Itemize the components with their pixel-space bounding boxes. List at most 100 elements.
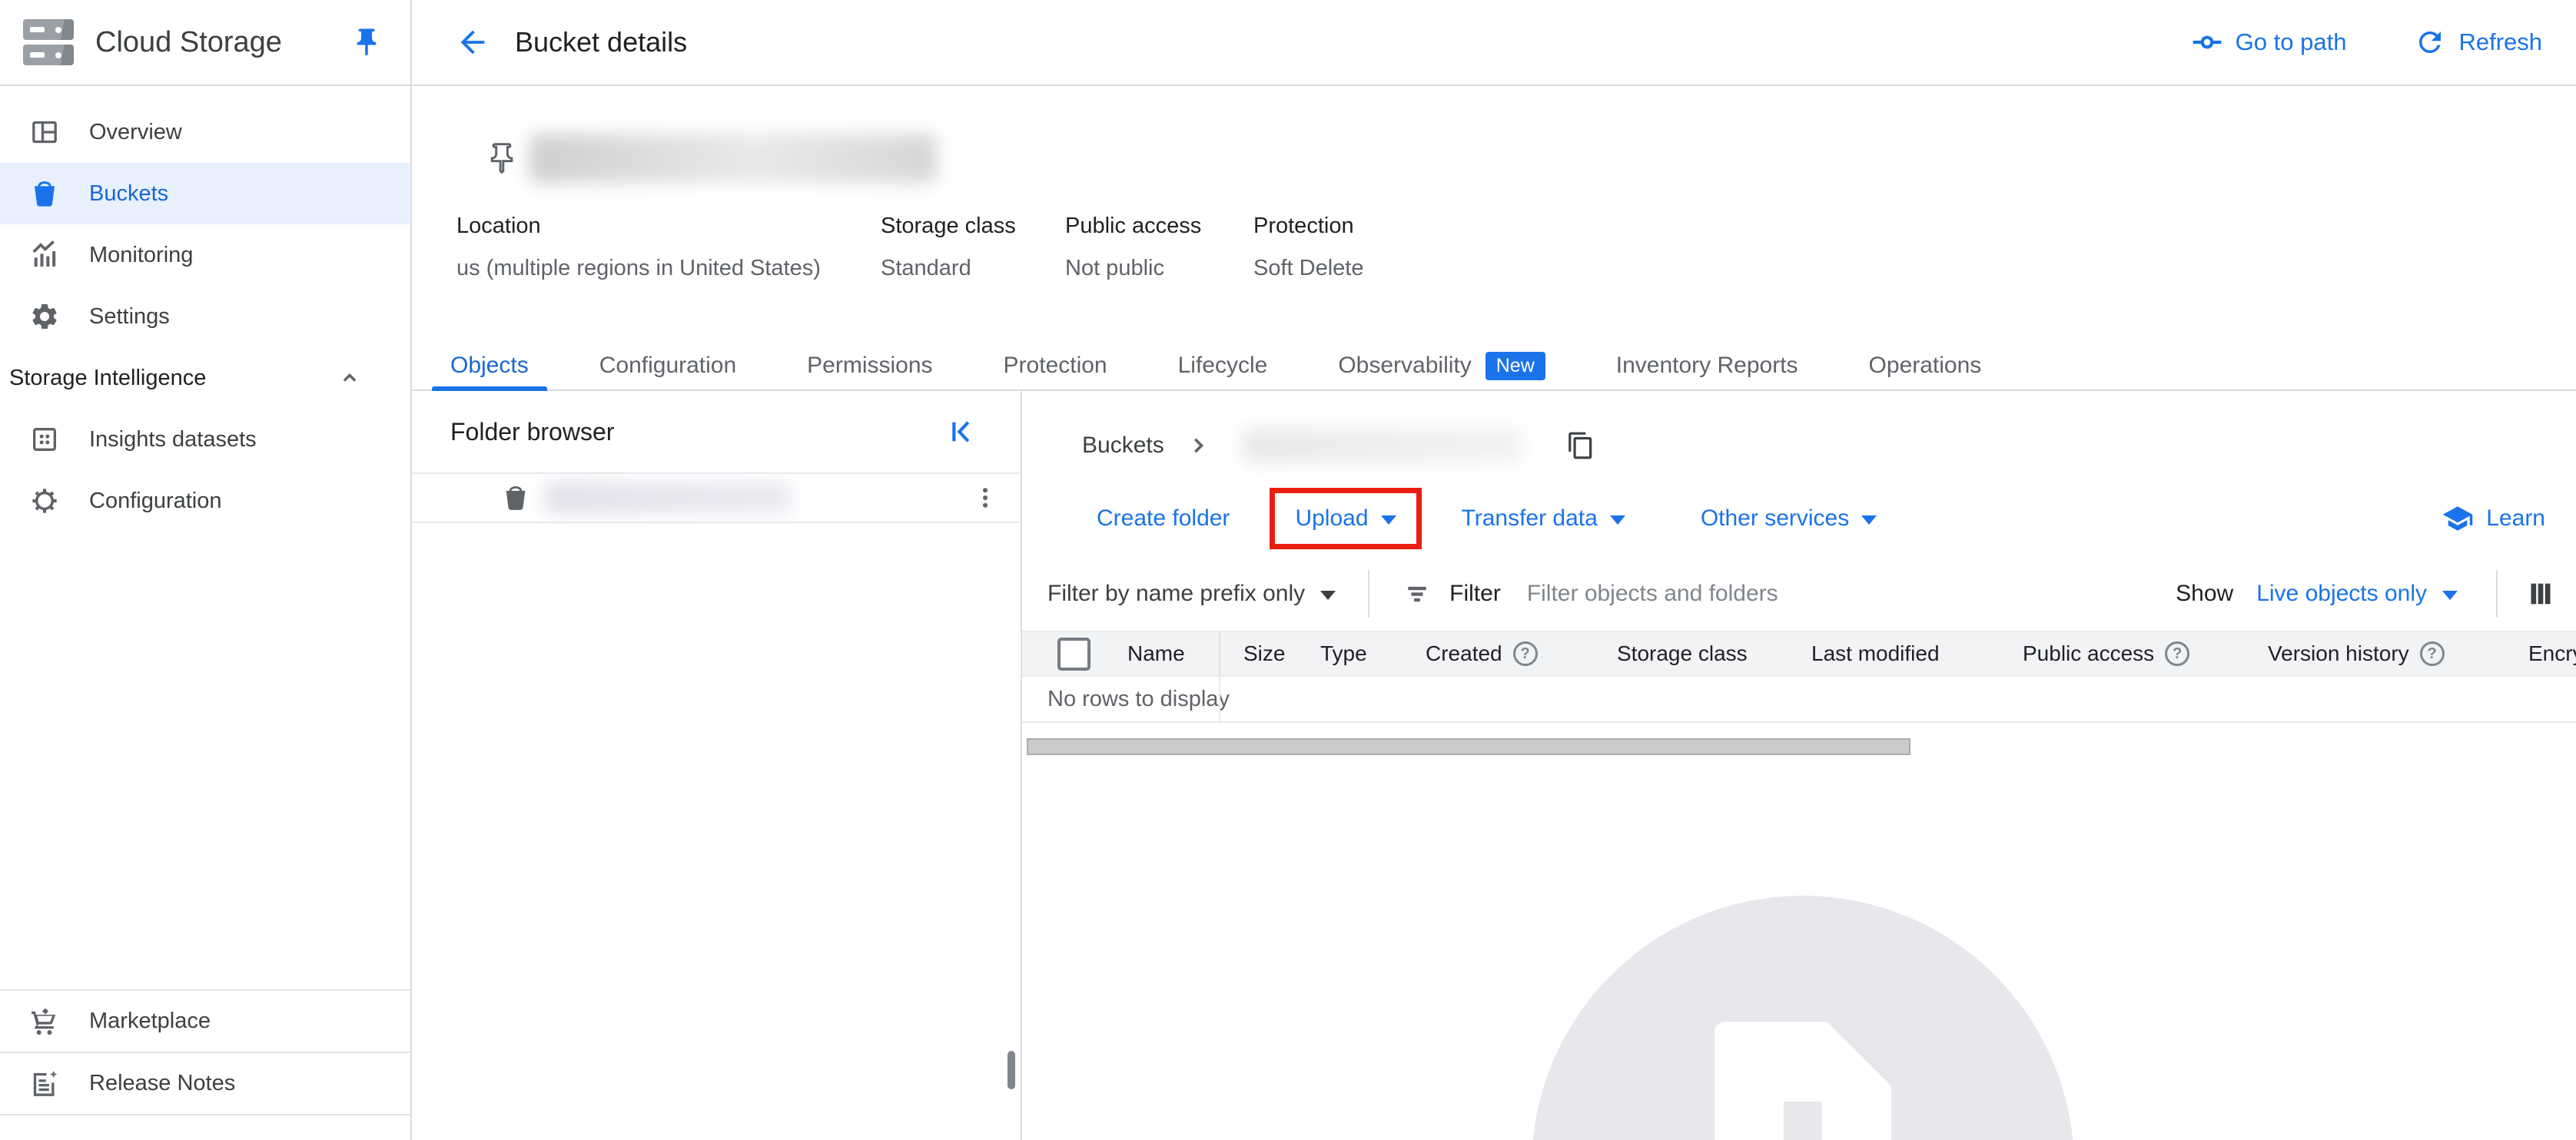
- horizontal-scrollbar-thumb[interactable]: [1027, 738, 1910, 755]
- tab-inventory-reports[interactable]: Inventory Reports: [1598, 337, 1817, 389]
- info-protection: Protection Soft Delete: [1253, 214, 1499, 281]
- folder-browser-title: Folder browser: [450, 418, 945, 446]
- graduation-cap-icon: [2442, 502, 2474, 535]
- dropdown-caret-icon: [1381, 515, 1396, 525]
- sidebar-item-release-notes[interactable]: Release Notes: [0, 1052, 410, 1114]
- release-notes-icon: [29, 1069, 60, 1099]
- sidebar-item-configuration[interactable]: Configuration: [0, 470, 410, 532]
- sidebar-item-marketplace[interactable]: Marketplace: [0, 989, 410, 1052]
- redacted-bucket-name: [544, 482, 792, 514]
- filter-icon: [1402, 578, 1432, 609]
- column-header-created[interactable]: Created: [1426, 632, 1617, 675]
- sidebar-item-overview[interactable]: Overview: [0, 101, 410, 163]
- tab-permissions[interactable]: Permissions: [788, 337, 951, 389]
- column-header-size[interactable]: Size: [1220, 632, 1320, 675]
- other-services-button[interactable]: Other services: [1701, 505, 1877, 532]
- dropdown-caret-icon: [1610, 515, 1625, 525]
- info-storage-class: Storage class Standard: [881, 214, 1065, 281]
- redacted-bucket-name: [529, 134, 937, 183]
- sidebar-item-insights-datasets[interactable]: Insights datasets: [0, 409, 410, 470]
- folder-browser-panel: Folder browser: [412, 391, 1022, 1140]
- sidebar-footer: Marketplace Release Notes: [0, 989, 410, 1115]
- column-header-storage-class[interactable]: Storage class: [1617, 632, 1811, 675]
- filter-label: Filter: [1449, 581, 1501, 607]
- more-options-icon[interactable]: [971, 484, 999, 512]
- tab-protection[interactable]: Protection: [985, 337, 1126, 389]
- chevron-right-icon: [1184, 432, 1212, 459]
- column-header-public-access[interactable]: Public access: [2023, 632, 2268, 675]
- copy-icon[interactable]: [1566, 431, 1595, 460]
- refresh-button[interactable]: Refresh: [2414, 26, 2542, 58]
- go-to-path-button[interactable]: Go to path: [2191, 26, 2347, 58]
- back-arrow-icon[interactable]: [455, 25, 490, 60]
- tab-observability[interactable]: Observability New: [1320, 337, 1563, 389]
- column-header-name[interactable]: Name: [1127, 632, 1220, 675]
- column-header-version-history[interactable]: Version history: [2268, 632, 2528, 675]
- info-public-access: Public access Not public: [1065, 214, 1253, 281]
- redacted-bucket-name: [1243, 428, 1523, 463]
- upload-highlight-box: Upload: [1270, 488, 1421, 549]
- new-badge: New: [1486, 352, 1545, 380]
- horizontal-scrollbar: [1022, 738, 2576, 755]
- cloud-storage-product-icon: [23, 19, 74, 65]
- tab-objects[interactable]: Objects: [432, 337, 547, 389]
- bucket-icon: [501, 483, 530, 512]
- product-header: Cloud Storage: [0, 0, 412, 85]
- dropdown-caret-icon: [1861, 515, 1877, 525]
- filter-bar: Filter by name prefix only Filter Show L…: [1022, 557, 2576, 631]
- learn-button[interactable]: Learn: [2442, 502, 2545, 535]
- bucket-info-row: Location us (multiple regions in United …: [456, 214, 2576, 281]
- insights-datasets-icon: [29, 424, 60, 455]
- bucket-header: Location us (multiple regions in United …: [412, 86, 2576, 337]
- help-icon[interactable]: [1513, 641, 1538, 666]
- objects-table-header: Name Size Type Created Storage class Las…: [1022, 631, 2576, 677]
- tab-operations[interactable]: Operations: [1851, 337, 2000, 389]
- sidebar-item-monitoring[interactable]: Monitoring: [0, 224, 410, 286]
- breadcrumb: Buckets: [1022, 391, 2576, 480]
- overview-icon: [29, 117, 60, 147]
- top-bar: Cloud Storage Bucket details Go to path …: [0, 0, 2576, 86]
- transfer-data-button[interactable]: Transfer data: [1462, 505, 1625, 532]
- select-all-checkbox[interactable]: [1057, 638, 1090, 671]
- help-icon[interactable]: [2420, 641, 2445, 666]
- tab-lifecycle[interactable]: Lifecycle: [1160, 337, 1286, 389]
- chevron-up-icon: [337, 365, 363, 391]
- show-objects-dropdown[interactable]: Live objects only: [2256, 581, 2458, 607]
- go-to-path-icon: [2191, 26, 2223, 58]
- folder-browser-bucket-row[interactable]: [412, 472, 1021, 523]
- objects-toolbar: Create folder Upload Transfer data Other…: [1022, 480, 2576, 557]
- empty-state-illustration: [1532, 896, 2074, 1140]
- upload-button[interactable]: Upload: [1295, 505, 1396, 532]
- column-header-type[interactable]: Type: [1320, 632, 1426, 675]
- main-content: Location us (multiple regions in United …: [412, 86, 2576, 1140]
- sidebar: Overview Buckets Monitoring Settings Sto…: [0, 86, 412, 1140]
- collapse-panel-icon[interactable]: [945, 416, 978, 448]
- pin-icon[interactable]: [350, 26, 383, 58]
- dropdown-caret-icon: [1320, 591, 1336, 600]
- help-icon[interactable]: [2165, 641, 2189, 666]
- filter-scope-dropdown[interactable]: Filter by name prefix only: [1047, 581, 1336, 607]
- bucket-tabs: Objects Configuration Permissions Protec…: [412, 337, 2576, 391]
- column-settings-icon[interactable]: [2525, 578, 2556, 609]
- column-header-last-modified[interactable]: Last modified: [1811, 632, 2023, 675]
- bucket-icon: [29, 178, 60, 209]
- filter-input[interactable]: [1527, 581, 1957, 607]
- product-name: Cloud Storage: [95, 26, 350, 59]
- configuration-gear-icon: [29, 485, 60, 516]
- info-location: Location us (multiple regions in United …: [456, 214, 881, 281]
- dropdown-caret-icon: [2442, 591, 2458, 600]
- document-icon: [1715, 1022, 1891, 1140]
- column-header-encryption[interactable]: Encryption: [2528, 632, 2576, 675]
- empty-table-message: No rows to display: [1022, 677, 2576, 723]
- sidebar-section-storage-intelligence[interactable]: Storage Intelligence: [0, 347, 410, 409]
- objects-pane: Buckets Create folder Upload: [1022, 391, 2576, 1140]
- monitoring-icon: [29, 240, 60, 270]
- tab-configuration[interactable]: Configuration: [581, 337, 755, 389]
- sidebar-item-buckets[interactable]: Buckets: [0, 163, 410, 224]
- sidebar-item-settings[interactable]: Settings: [0, 286, 410, 347]
- gear-icon: [29, 301, 60, 332]
- vertical-scrollbar[interactable]: [1007, 1051, 1015, 1089]
- create-folder-button[interactable]: Create folder: [1097, 505, 1230, 532]
- bucket-pin-icon[interactable]: [485, 141, 519, 175]
- breadcrumb-buckets-link[interactable]: Buckets: [1082, 432, 1164, 459]
